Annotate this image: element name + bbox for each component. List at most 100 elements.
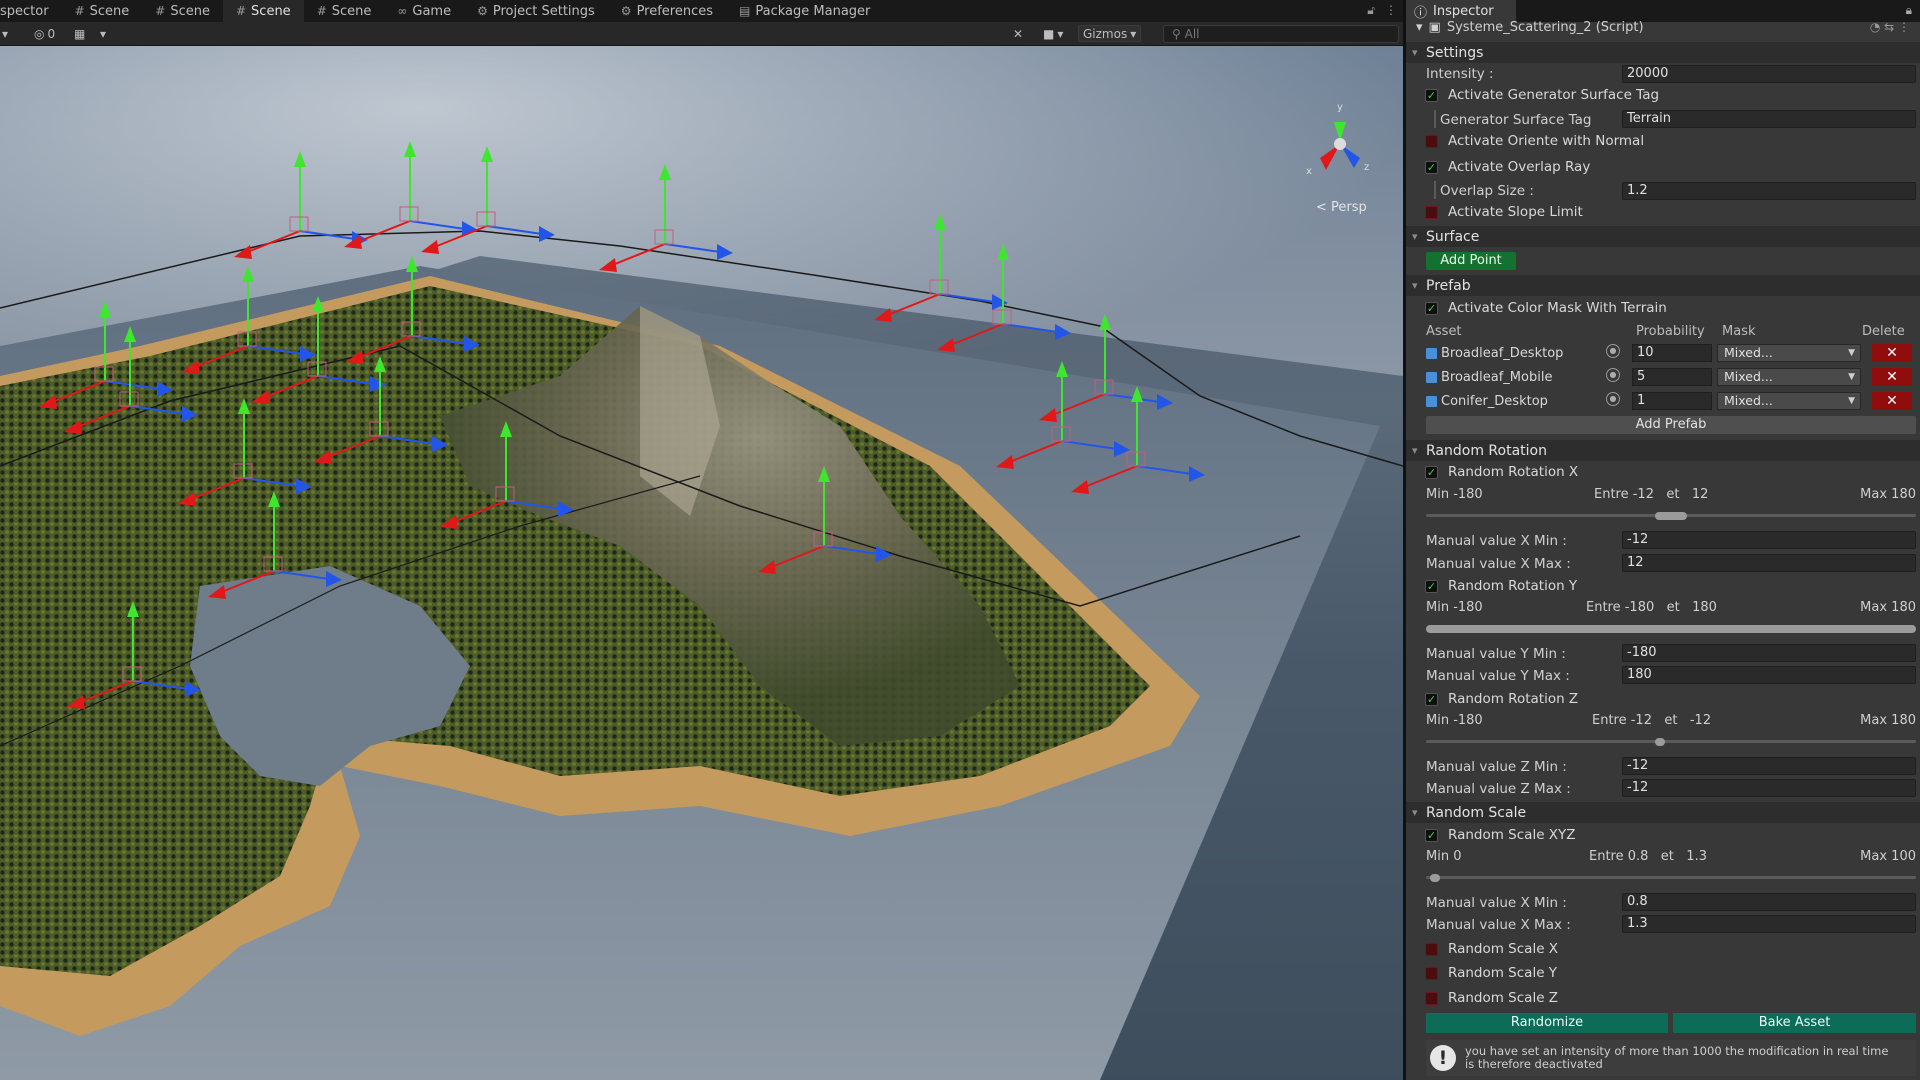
scene-view[interactable]: y x z < Persp — [0, 46, 1403, 1080]
mask-value: Mixed... — [1724, 345, 1773, 360]
probability-field[interactable]: 1 — [1632, 392, 1712, 410]
chevron-down-icon: ▾ — [100, 26, 107, 41]
object-picker-icon[interactable]: ● — [1606, 368, 1620, 382]
section-title: Random Rotation — [1426, 442, 1547, 459]
tab-label: spector — [0, 3, 49, 19]
manual-z-max-label: Manual value Z Max : — [1426, 781, 1571, 797]
randomize-button[interactable]: Randomize — [1426, 1013, 1668, 1033]
scene-search-input[interactable]: ⚲ All — [1163, 25, 1399, 43]
rotation-z-minmax-slider[interactable] — [1426, 735, 1916, 749]
object-picker-icon[interactable]: ● — [1606, 392, 1620, 406]
delete-prefab-button[interactable]: ✕ — [1872, 368, 1912, 386]
add-prefab-button[interactable]: Add Prefab — [1426, 416, 1916, 434]
tab-project-settings[interactable]: ⚙ Project Settings — [464, 0, 608, 22]
random-scale-xyz-checkbox[interactable]: ✓ — [1425, 829, 1438, 842]
prefab-asset-field[interactable]: Conifer_Desktop — [1426, 392, 1602, 410]
intensity-field[interactable]: 20000 — [1622, 65, 1916, 83]
manual-scale-max-field[interactable]: 1.3 — [1622, 915, 1916, 933]
random-scale-y-checkbox[interactable] — [1425, 967, 1438, 980]
rotation-y-minmax-slider[interactable] — [1426, 622, 1916, 636]
delete-prefab-button[interactable]: ✕ — [1872, 392, 1912, 410]
rotation-y-range-readout: Min -180 Entre -180 et 180 Max 180 — [1426, 600, 1916, 618]
gear-icon: ⚙ — [477, 4, 488, 18]
object-picker-icon[interactable]: ● — [1606, 344, 1620, 358]
tab-scene-1[interactable]: # Scene — [62, 0, 143, 22]
tab-label: Scene — [251, 3, 291, 19]
overlap-size-field[interactable]: 1.2 — [1622, 182, 1916, 200]
lock-icon[interactable]: 🔒︎ — [1906, 3, 1912, 18]
grid-icon: # — [235, 4, 247, 18]
manual-z-max-field[interactable]: -12 — [1622, 779, 1916, 797]
scene-tab-bar: spector # Scene # Scene # Scene # Scene ∞ Gam… — [0, 0, 1403, 22]
activate-generator-surface-tag-checkbox[interactable]: ✓ — [1425, 89, 1438, 102]
prefab-asset-field[interactable]: Broadleaf_Mobile — [1426, 368, 1602, 386]
manual-z-min-field[interactable]: -12 — [1622, 757, 1916, 775]
activate-overlap-ray-label: Activate Overlap Ray — [1448, 159, 1591, 175]
random-rotation-y-checkbox[interactable]: ✓ — [1425, 580, 1438, 593]
scale-xyz-minmax-slider[interactable] — [1426, 871, 1916, 885]
component-header[interactable]: ▾ ▣ Systeme_Scattering_2 (Script) ◔ ⇆ ⋮ — [1406, 17, 1920, 37]
tab-inspector-partial[interactable]: spector — [0, 0, 62, 22]
manual-x-max-field[interactable]: 12 — [1622, 554, 1916, 572]
chevron-down-icon: ▾ — [1416, 19, 1423, 35]
manual-y-max-field[interactable]: 180 — [1622, 666, 1916, 684]
mask-dropdown[interactable]: Mixed... ▼ — [1717, 344, 1861, 362]
slider-range[interactable] — [1429, 874, 1440, 882]
grid-snap-dropdown[interactable]: ▾ — [100, 25, 106, 42]
tab-game[interactable]: ∞ Game — [384, 0, 464, 22]
tab-package-manager[interactable]: ▤ Package Manager — [726, 0, 883, 22]
draw-mode-dropdown[interactable]: ▾ — [2, 25, 8, 42]
tab-scene-2[interactable]: # Scene — [142, 0, 223, 22]
probability-field[interactable]: 5 — [1632, 368, 1712, 386]
prefab-name: Broadleaf_Desktop — [1441, 345, 1564, 361]
component-menu-icon[interactable]: ◔ ⇆ ⋮ — [1870, 20, 1910, 34]
random-scale-x-checkbox[interactable] — [1425, 943, 1438, 956]
slider-range[interactable] — [1654, 512, 1688, 520]
random-rotation-z-checkbox[interactable]: ✓ — [1425, 693, 1438, 706]
random-scale-z-checkbox[interactable] — [1425, 992, 1438, 1005]
scene-visibility-toggle[interactable]: ◎ 0 — [34, 25, 55, 42]
slider-range[interactable] — [1426, 625, 1916, 633]
mask-dropdown[interactable]: Mixed... ▼ — [1717, 368, 1861, 386]
slider-range[interactable] — [1654, 738, 1665, 746]
range-min-label: Min -180 — [1426, 713, 1483, 728]
more-menu-icon[interactable]: ⋮ — [1385, 3, 1397, 18]
grid-snapping-toggle[interactable]: ▦ — [74, 25, 85, 42]
tab-scene-4[interactable]: # Scene — [304, 0, 385, 22]
prefab-asset-field[interactable]: Broadleaf_Desktop — [1426, 344, 1602, 362]
mask-dropdown[interactable]: Mixed... ▼ — [1717, 392, 1861, 410]
random-rotation-z-label: Random Rotation Z — [1448, 691, 1579, 707]
generator-surface-tag-field[interactable]: Terrain — [1622, 110, 1916, 128]
random-rotation-x-checkbox[interactable]: ✓ — [1425, 466, 1438, 479]
rotation-x-minmax-slider[interactable] — [1426, 509, 1916, 523]
settings-section-header[interactable]: Settings — [1406, 42, 1920, 63]
manual-x-min-field[interactable]: -12 — [1622, 531, 1916, 549]
delete-prefab-button[interactable]: ✕ — [1872, 344, 1912, 362]
activate-overlap-ray-checkbox[interactable]: ✓ — [1425, 161, 1438, 174]
gizmos-dropdown[interactable]: Gizmos ▾ — [1078, 25, 1142, 42]
axis-center-cube[interactable] — [1334, 138, 1346, 150]
probability-field[interactable]: 10 — [1632, 344, 1712, 362]
random-scale-section-header[interactable]: Random Scale — [1406, 802, 1920, 823]
projection-toggle[interactable]: < Persp — [1316, 200, 1367, 215]
axis-orientation-gizmo[interactable]: y x z — [1300, 96, 1380, 186]
tab-preferences[interactable]: ⚙ Preferences — [608, 0, 726, 22]
random-rotation-section-header[interactable]: Random Rotation — [1406, 440, 1920, 461]
surface-section-header[interactable]: Surface — [1406, 226, 1920, 247]
lock-icon[interactable]: 🔓︎ — [1367, 3, 1375, 18]
activate-oriente-with-normal-checkbox[interactable] — [1425, 135, 1438, 148]
range-max-label: Max 180 — [1860, 600, 1916, 615]
mask-value: Mixed... — [1724, 393, 1773, 408]
activate-slope-limit-checkbox[interactable] — [1425, 206, 1438, 219]
add-point-button[interactable]: Add Point — [1426, 252, 1516, 270]
camera-settings-button[interactable]: ■ ▾ — [1043, 25, 1063, 42]
prefab-section-header[interactable]: Prefab — [1406, 275, 1920, 296]
tools-toggle[interactable]: ✕ — [1013, 25, 1023, 42]
bake-asset-button[interactable]: Bake Asset — [1673, 1013, 1916, 1033]
rotation-x-range-readout: Min -180 Entre -12 et 12 Max 180 — [1426, 487, 1916, 505]
manual-y-min-field[interactable]: -180 — [1622, 644, 1916, 662]
manual-scale-min-field[interactable]: 0.8 — [1622, 893, 1916, 911]
activate-color-mask-checkbox[interactable]: ✓ — [1425, 302, 1438, 315]
indent-bar — [1434, 181, 1436, 199]
tab-scene-3[interactable]: # Scene — [222, 0, 304, 22]
